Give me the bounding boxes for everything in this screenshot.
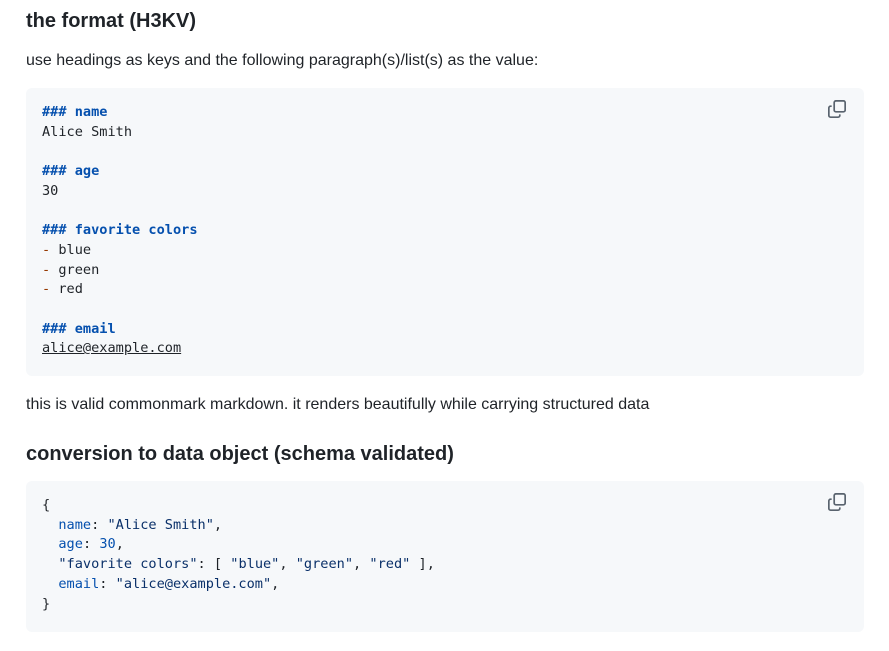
json-key-name: name [58, 516, 92, 533]
list-bullet: - [42, 241, 51, 258]
code-value-age: 30 [42, 182, 59, 199]
code-heading-age: ### age [42, 163, 100, 180]
list-item: red [58, 281, 83, 298]
code-heading-name: ### name [42, 104, 108, 120]
list-bullet: - [42, 261, 51, 278]
brace-close: } [42, 595, 51, 612]
heading-format: the format (H3KV) [26, 10, 197, 32]
code-heading-colors: ### favorite colors [42, 222, 198, 239]
note-paragraph: this is valid commonmark markdown. it re… [26, 396, 650, 413]
code-heading-email: ### email [42, 320, 116, 337]
copy-icon [828, 493, 846, 511]
markdown-code: ### name Alice Smith ### age 30 ### favo… [42, 103, 198, 359]
json-key-age: age [58, 536, 83, 553]
document-page: the format (H3KV) use headings as keys a… [0, 0, 889, 651]
json-value-age: 30 [99, 536, 116, 553]
list-item: blue [58, 241, 92, 258]
markdown-code-block: ### name Alice Smith ### age 30 ### favo… [26, 88, 864, 376]
json-key-colors: "favorite colors" [58, 556, 198, 573]
json-value-color: "green" [295, 556, 354, 573]
code-value-name: Alice Smith [42, 123, 133, 140]
heading-conversion: conversion to data object (schema valida… [26, 443, 454, 465]
list-item: green [58, 261, 100, 278]
json-value-email: "alice@example.com" [115, 575, 272, 592]
brace-open: { [42, 497, 51, 513]
json-code-block: { name: "Alice Smith", age: 30, "favorit… [26, 481, 864, 632]
email-link[interactable]: alice@example.com [42, 340, 181, 356]
json-code: { name: "Alice Smith", age: 30, "favorit… [42, 497, 435, 612]
copy-button[interactable] [828, 493, 850, 515]
copy-button[interactable] [828, 100, 850, 122]
list-bullet: - [42, 281, 51, 298]
json-value-color: "blue" [230, 556, 280, 573]
json-value-name: "Alice Smith" [107, 516, 214, 533]
json-value-color: "red" [369, 556, 411, 573]
copy-icon [828, 100, 846, 118]
json-key-email: email [58, 575, 100, 592]
intro-paragraph: use headings as keys and the following p… [26, 52, 539, 69]
